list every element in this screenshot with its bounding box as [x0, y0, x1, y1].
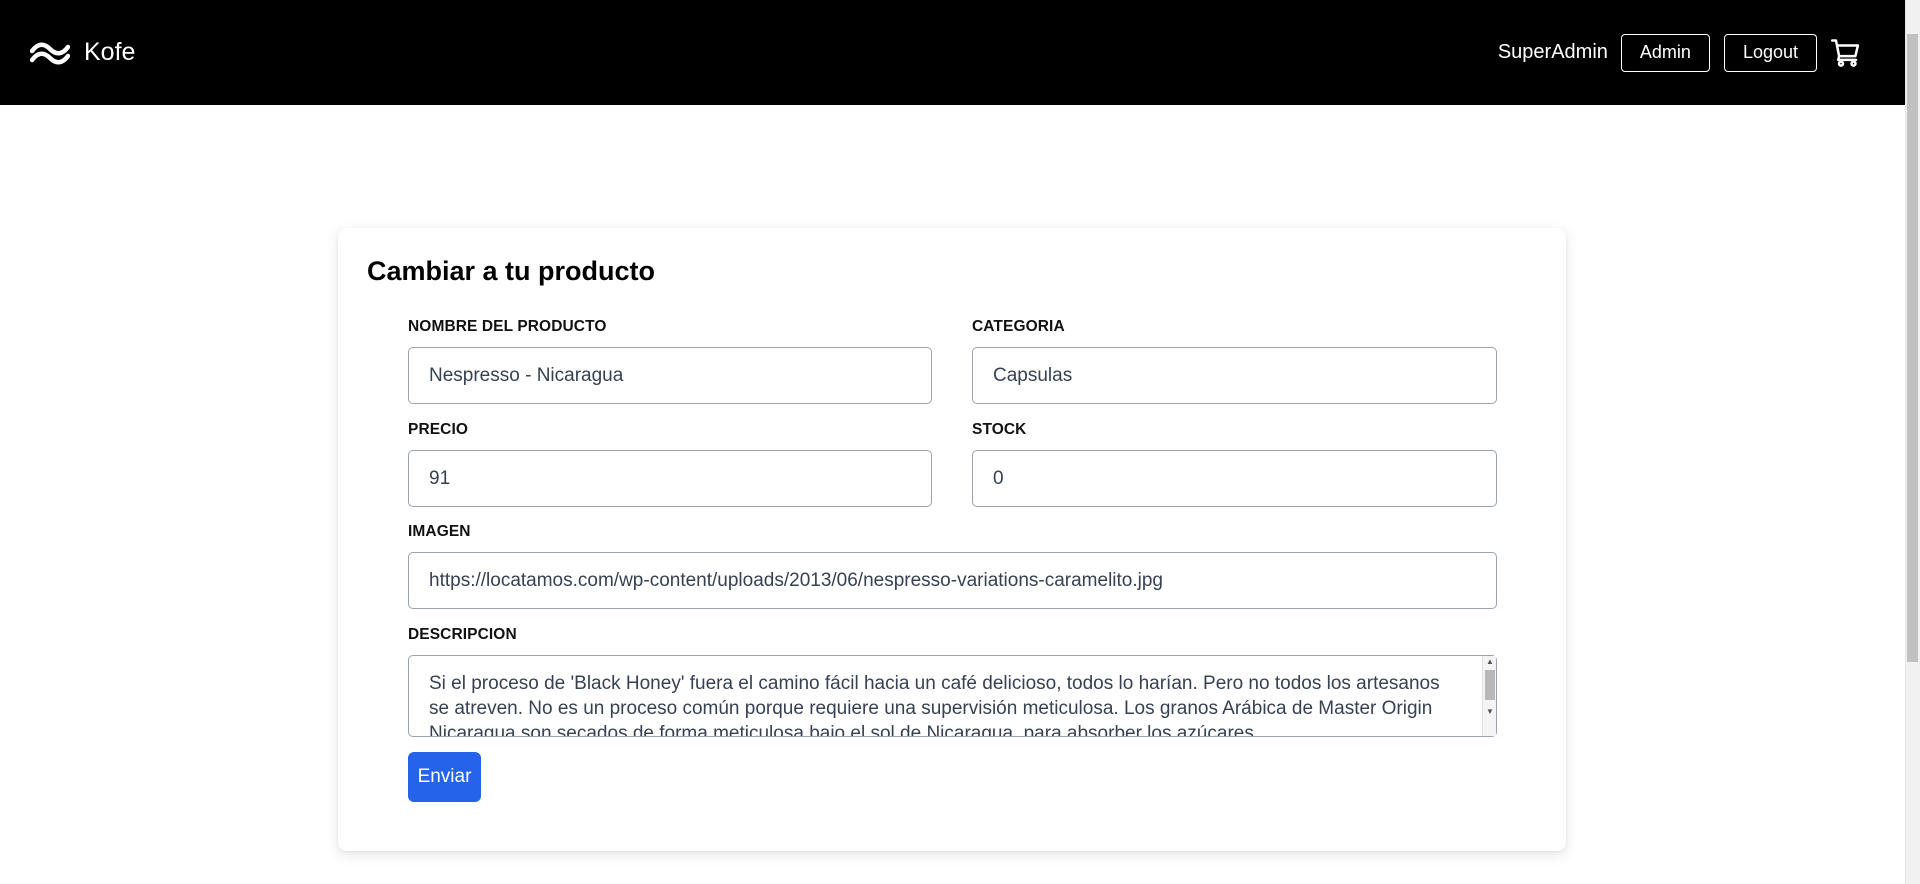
nav-actions: SuperAdmin Admin Logout	[1497, 33, 1861, 72]
price-label: PRECIO	[408, 421, 469, 438]
brand[interactable]: Kofe	[30, 38, 135, 67]
image-url-input[interactable]	[408, 552, 1497, 609]
username-label: SuperAdmin	[1497, 41, 1608, 63]
shopping-cart-icon[interactable]	[1831, 38, 1861, 68]
stock-input[interactable]	[972, 450, 1497, 507]
form-title: Cambiar a tu producto	[367, 256, 656, 286]
category-input[interactable]	[972, 347, 1497, 404]
description-scrollbar[interactable]: ▲ ▼	[1482, 656, 1496, 736]
brand-name: Kofe	[84, 38, 136, 66]
scroll-down-arrow-icon[interactable]: ▼	[1486, 708, 1494, 716]
page-scrollbar-thumb[interactable]	[1907, 34, 1918, 662]
scroll-up-arrow-icon[interactable]: ▲	[1486, 658, 1494, 666]
submit-button[interactable]: Enviar	[408, 752, 481, 802]
image-label: IMAGEN	[408, 523, 471, 540]
wave-logo-icon	[30, 42, 70, 64]
description-label: DESCRIPCION	[408, 626, 517, 643]
description-scrollbar-thumb[interactable]	[1485, 670, 1495, 700]
product-name-label: NOMBRE DEL PRODUCTO	[408, 318, 607, 335]
product-name-input[interactable]	[408, 347, 932, 404]
description-wrapper: Si el proceso de 'Black Honey' fuera el …	[408, 655, 1497, 737]
page-scrollbar[interactable]	[1905, 0, 1920, 884]
top-navbar: Kofe SuperAdmin Admin Logout	[0, 0, 1905, 105]
description-textarea[interactable]: Si el proceso de 'Black Honey' fuera el …	[408, 655, 1497, 737]
stock-label: STOCK	[972, 421, 1027, 438]
price-input[interactable]	[408, 450, 932, 507]
logout-button[interactable]: Logout	[1723, 33, 1817, 72]
category-label: CATEGORIA	[972, 318, 1065, 335]
edit-product-card: Cambiar a tu producto NOMBRE DEL PRODUCT…	[338, 228, 1566, 851]
admin-button[interactable]: Admin	[1620, 33, 1710, 72]
